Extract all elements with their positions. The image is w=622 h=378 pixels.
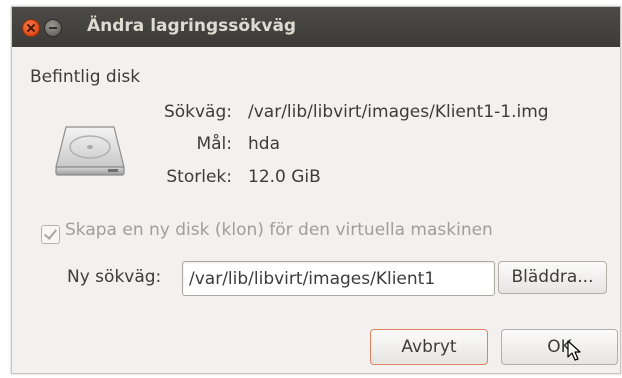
browse-button[interactable]: Bläddra... (498, 261, 607, 294)
change-storage-path-dialog: Ändra lagringssökväg Befintlig disk Sökv… (11, 6, 621, 374)
clone-disk-label: Skapa en ny disk (klon) för den virtuell… (65, 220, 493, 240)
minimize-icon[interactable] (44, 19, 62, 37)
window-title: Ändra lagringssökväg (87, 16, 297, 36)
size-label: Storlek: (166, 167, 232, 187)
new-path-input[interactable] (183, 262, 494, 295)
title-bar: Ändra lagringssökväg (12, 7, 620, 47)
target-label: Mål: (196, 134, 232, 154)
new-path-field[interactable] (182, 261, 495, 296)
clone-disk-checkbox[interactable] (41, 225, 60, 244)
close-icon[interactable] (22, 19, 40, 37)
size-value: 12.0 GiB (248, 167, 321, 187)
cancel-button[interactable]: Avbryt (370, 329, 488, 365)
hard-disk-icon (55, 126, 125, 176)
mouse-pointer-icon (567, 340, 581, 361)
path-label: Sökväg: (163, 102, 232, 122)
new-path-label: Ny sökväg: (67, 267, 162, 287)
path-value: /var/lib/libvirt/images/Klient1-1.img (248, 102, 549, 122)
existing-disk-section-label: Befintlig disk (30, 67, 141, 87)
ok-button[interactable]: OK (501, 329, 618, 365)
target-value: hda (248, 134, 280, 154)
